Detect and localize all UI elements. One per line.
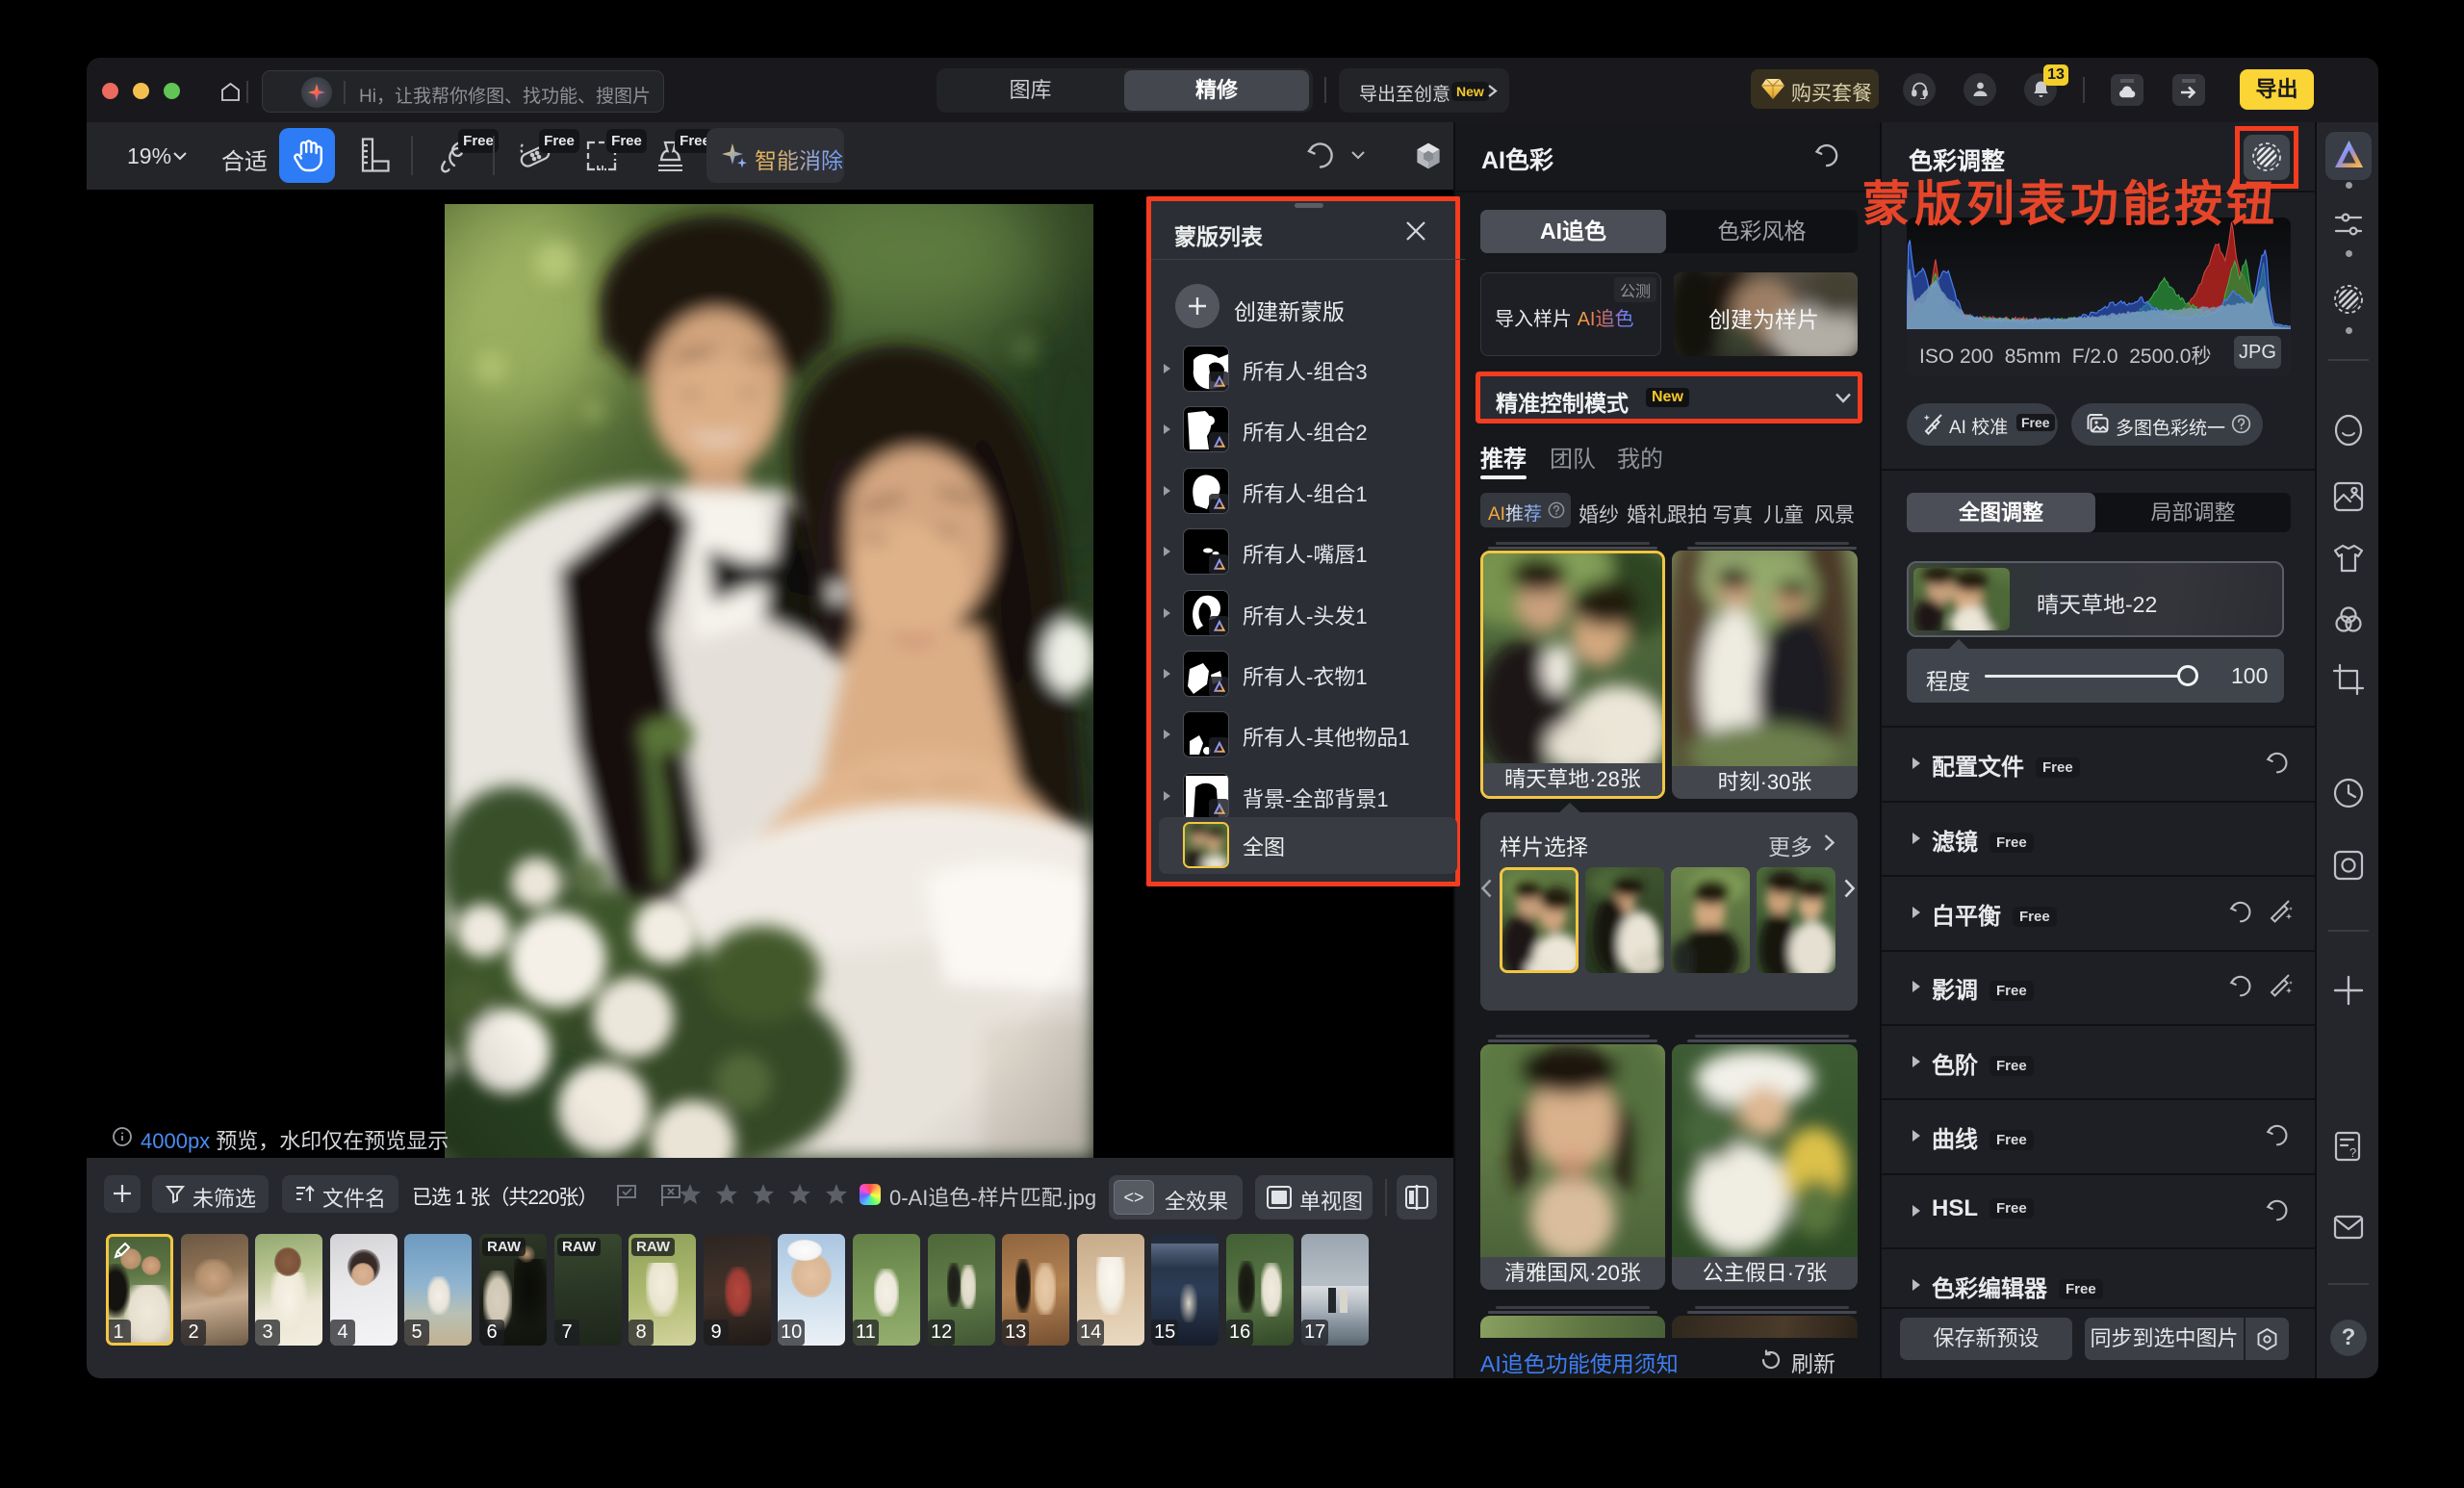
- svg-text:?: ?: [2349, 1145, 2356, 1160]
